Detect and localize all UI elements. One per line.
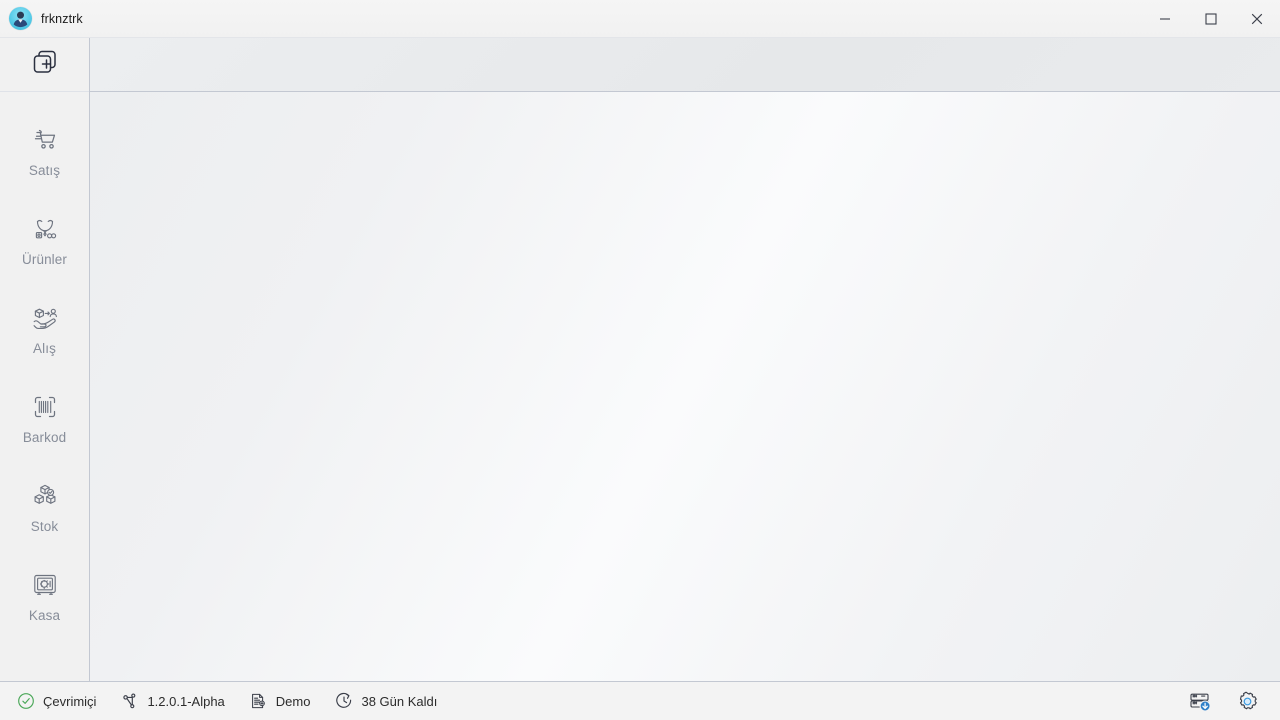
status-license-label: Demo (275, 693, 311, 709)
maximize-icon[interactable] (1188, 0, 1234, 38)
clock-countdown-icon (334, 692, 353, 711)
sidebar: Satış Ürünler Alış Barkod Stok Kasa (0, 38, 90, 681)
status-bar: Çevrimiçi 1.2.0.1-Alpha Demo 38 Gün Kald… (0, 681, 1280, 720)
window-body: Satış Ürünler Alış Barkod Stok Kasa (0, 38, 1280, 681)
new-tab-button[interactable] (0, 38, 89, 92)
status-license[interactable]: Demo (249, 692, 311, 711)
sidebar-item-urunler[interactable]: Ürünler (0, 195, 89, 284)
sidebar-item-label: Barkod (22, 430, 67, 446)
sidebar-item-stok[interactable]: Stok (0, 462, 89, 551)
new-tab-plus-icon (30, 47, 60, 82)
sidebar-item-alis[interactable]: Alış (0, 284, 89, 373)
barcode-scan-icon (28, 390, 62, 424)
content-area (90, 38, 1280, 681)
status-connection[interactable]: Çevrimiçi (16, 692, 96, 711)
safe-vault-icon (28, 568, 62, 602)
sidebar-nav: Satış Ürünler Alış Barkod Stok Kasa (0, 92, 89, 681)
close-icon[interactable] (1234, 0, 1280, 38)
jewelry-necklace-icon (28, 212, 62, 246)
document-license-icon (249, 692, 268, 711)
status-connection-label: Çevrimiçi (43, 693, 97, 709)
tab-strip[interactable] (90, 38, 1280, 92)
shopping-cart-icon (28, 123, 62, 157)
status-version[interactable]: 1.2.0.1-Alpha (120, 692, 225, 711)
sidebar-item-label: Ürünler (22, 252, 67, 268)
application-window: frknztrk Satış Ürünler Alış Barkod Stok … (0, 0, 1280, 720)
purchase-handover-icon (28, 301, 62, 335)
status-version-label: 1.2.0.1-Alpha (147, 693, 225, 709)
sidebar-item-barkod[interactable]: Barkod (0, 373, 89, 462)
title-bar: frknztrk (0, 0, 1280, 38)
minimize-icon[interactable] (1142, 0, 1188, 38)
user-avatar-icon[interactable] (9, 7, 32, 30)
workspace-empty (90, 92, 1280, 681)
status-trial-label: 38 Gün Kaldı (361, 693, 438, 709)
settings-gear-icon[interactable] (1234, 688, 1260, 714)
sidebar-item-kasa[interactable]: Kasa (0, 551, 89, 640)
check-circle-icon (16, 692, 35, 711)
status-bar-items: Çevrimiçi 1.2.0.1-Alpha Demo 38 Gün Kald… (16, 692, 437, 711)
title-bar-left: frknztrk (0, 7, 83, 30)
stacked-boxes-check-icon (28, 479, 62, 513)
status-bar-actions (1186, 688, 1266, 714)
window-title: frknztrk (41, 11, 83, 26)
sidebar-item-label: Stok (30, 519, 59, 535)
sidebar-item-satis[interactable]: Satış (0, 106, 89, 195)
status-trial-remaining[interactable]: 38 Gün Kaldı (334, 692, 437, 711)
sidebar-item-label: Alış (33, 341, 56, 357)
window-controls (1142, 0, 1280, 38)
sidebar-item-label: Satış (28, 163, 61, 179)
git-branch-icon (120, 692, 139, 711)
sidebar-item-label: Kasa (28, 608, 61, 624)
server-download-icon[interactable] (1186, 688, 1212, 714)
